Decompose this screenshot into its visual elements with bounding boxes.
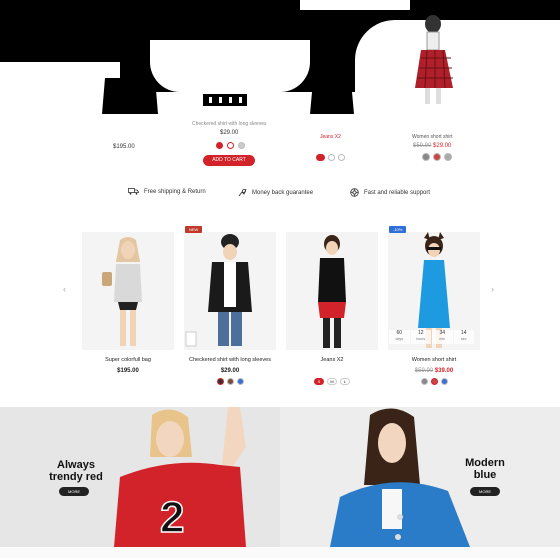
top-product-name-center[interactable]: Checkered shirt with long sleeves <box>192 121 266 127</box>
swatch-gray[interactable] <box>238 142 245 149</box>
product-price: $195.00 <box>117 368 139 374</box>
banner-title: Always trendy red <box>49 459 103 483</box>
new-price: $39.00 <box>434 368 454 374</box>
swatch-gray[interactable] <box>422 153 430 161</box>
color-swatches <box>388 378 480 385</box>
old-price: $59.90 <box>413 143 432 149</box>
size-s[interactable] <box>316 154 325 161</box>
carousel-prev-arrow[interactable]: ‹ <box>63 284 66 294</box>
banner-trendy-red[interactable]: 2 Always trendy red MORE <box>0 407 280 547</box>
swatch-brown[interactable] <box>226 378 234 385</box>
swatch-red[interactable] <box>430 378 438 385</box>
product-price: $59.90 $39.00 <box>388 368 480 374</box>
badge-discount: -10% <box>389 226 407 233</box>
product-price: $29.00 <box>220 368 240 374</box>
top-swatches-far-right <box>422 153 452 161</box>
truck-icon <box>128 188 139 195</box>
badge-new: NEW <box>185 226 203 233</box>
feature-label: Fast and reliable support <box>364 189 431 196</box>
decor-shape <box>300 0 410 10</box>
banner-modern-blue[interactable]: Modern blue MORE <box>280 407 560 547</box>
feature-money-back: Money back guarantee <box>238 188 313 197</box>
feature-label: Free shipping & Return <box>144 188 206 195</box>
top-product-name-far-right[interactable]: Women short shirt <box>412 134 452 140</box>
next-section-preview <box>0 547 560 558</box>
countdown-seconds: 14 sec <box>453 330 474 344</box>
model-image-top-right <box>310 70 354 114</box>
size-options: S M L <box>286 378 378 385</box>
money-icon <box>238 188 247 197</box>
size-m[interactable] <box>328 154 335 161</box>
feature-free-shipping: Free shipping & Return <box>128 188 206 195</box>
swatch-blue[interactable] <box>236 378 244 385</box>
model-image-women-shirt-top[interactable] <box>405 10 460 110</box>
product-card-3[interactable] <box>286 232 378 350</box>
banner-title: Modern blue <box>465 457 505 481</box>
product-card-2[interactable] <box>184 232 276 350</box>
swatch-black[interactable] <box>216 378 224 385</box>
swatch-gray-2[interactable] <box>444 153 452 161</box>
swatch-dark[interactable] <box>216 142 223 149</box>
carousel-next-arrow[interactable]: › <box>491 284 494 294</box>
feature-support: Fast and reliable support <box>350 188 430 197</box>
old-price: $59.90 <box>414 368 434 374</box>
top-product-price-far-right: $59.90 $29.00 <box>413 143 451 149</box>
size-option-m[interactable]: M <box>327 378 337 385</box>
product-name[interactable]: Women short shirt <box>388 357 480 363</box>
size-l[interactable] <box>338 154 345 161</box>
new-price: $29.00 <box>433 143 452 149</box>
top-swatches-center <box>216 142 245 149</box>
countdown-hours: 12 hours <box>410 330 431 344</box>
model-image-top-left <box>102 78 158 114</box>
product-image <box>318 235 346 348</box>
product-name[interactable]: Jeans X2 <box>286 357 378 363</box>
product-card-1[interactable] <box>82 232 174 350</box>
top-product-price-left: $195.00 <box>113 144 135 150</box>
model-image-top-center <box>203 94 247 106</box>
product-name[interactable]: Checkered shirt with long sleeves <box>184 357 276 363</box>
swatch-gray[interactable] <box>420 378 428 385</box>
add-to-cart-button[interactable]: ADD TO CART <box>203 155 255 166</box>
banner-model-image: 2 <box>114 407 246 547</box>
size-option-s[interactable]: S <box>314 378 324 385</box>
feature-label: Money back guarantee <box>252 189 314 196</box>
product-image <box>102 237 142 346</box>
svg-text:2: 2 <box>160 493 184 542</box>
decor-shape <box>150 40 310 92</box>
swatch-red[interactable] <box>227 142 234 149</box>
countdown-timer: 60 days 12 hours 34 min 14 sec <box>389 330 475 344</box>
support-icon <box>350 188 359 197</box>
more-button[interactable]: MORE <box>470 487 500 496</box>
size-option-l[interactable]: L <box>340 378 350 385</box>
product-name[interactable]: Super colorfull bag <box>82 357 174 363</box>
top-product-name-right[interactable]: Jeans X2 <box>320 134 341 140</box>
top-sizes-right <box>316 154 345 161</box>
more-button[interactable]: MORE <box>59 487 89 496</box>
swatch-blue[interactable] <box>440 378 448 385</box>
countdown-minutes: 34 min <box>432 330 453 344</box>
top-product-price-center: $29.00 <box>220 130 239 136</box>
countdown-days: 60 days <box>389 330 410 344</box>
product-image <box>185 234 252 347</box>
swatch-red[interactable] <box>433 153 441 161</box>
color-swatches <box>184 378 276 385</box>
